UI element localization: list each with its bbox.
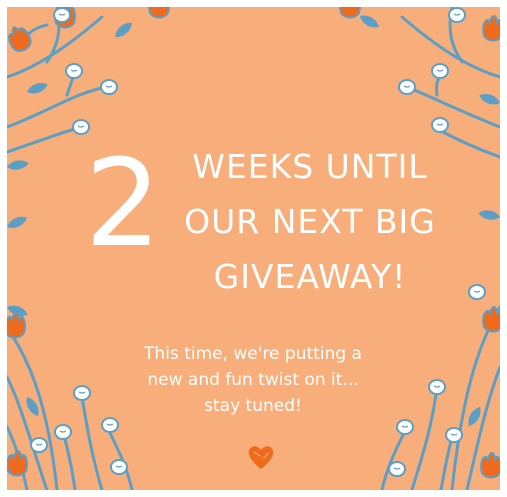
- headline-line: OUR NEXT BIG: [184, 202, 436, 241]
- headline: WEEKS UNTIL OUR NEXT BIG GIVEAWAY!: [165, 139, 455, 304]
- subtext: This time, we're putting a new and fun t…: [117, 341, 389, 419]
- subtext-line: This time, we're putting a: [144, 344, 362, 364]
- giveaway-card: 2 WEEKS UNTIL OUR NEXT BIG GIVEAWAY! Thi…: [7, 7, 500, 490]
- heart-icon: [248, 446, 274, 469]
- countdown-number: 2: [84, 135, 162, 274]
- subtext-line: new and fun twist on it...: [147, 370, 359, 390]
- headline-line: WEEKS UNTIL: [192, 147, 428, 186]
- subtext-line: stay tuned!: [204, 396, 302, 416]
- headline-line: GIVEAWAY!: [213, 257, 407, 296]
